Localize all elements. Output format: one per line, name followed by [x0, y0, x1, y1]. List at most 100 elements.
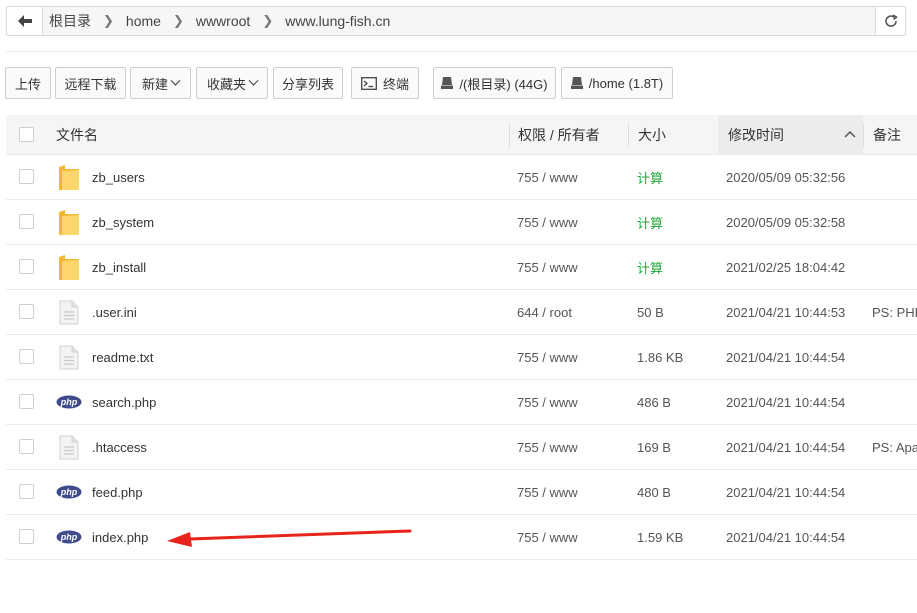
disk-root-button[interactable]: /(根目录) (44G) — [433, 67, 556, 99]
table-header: 文件名 权限 / 所有者 大小 修改时间 备注 — [6, 115, 917, 155]
table-row[interactable]: php search.php 755 / www 486 B 2021/04/21 10… — [6, 380, 917, 425]
php-file-icon: php — [56, 485, 82, 502]
file-size: 486 B — [637, 395, 671, 410]
calculate-size-link[interactable]: 计算 — [637, 200, 663, 245]
favorites-label: 收藏夹 — [206, 76, 246, 92]
arrow-left-icon — [17, 15, 32, 27]
share-list-button[interactable]: 分享列表 — [273, 67, 343, 99]
column-header-note[interactable]: 备注 — [873, 115, 901, 155]
row-checkbox[interactable] — [19, 259, 34, 274]
file-permission[interactable]: 755 / www — [517, 155, 578, 200]
file-permission[interactable]: 644 / root — [517, 290, 572, 335]
back-button[interactable] — [7, 7, 43, 35]
file-permission[interactable]: 755 / www — [517, 245, 578, 290]
file-permission[interactable]: 755 / www — [517, 515, 578, 560]
table-row[interactable]: zb_users 755 / www 计算 2020/05/09 05:32:56 — [6, 155, 917, 200]
column-header-name[interactable]: 文件名 — [56, 115, 98, 155]
column-header-permission-label: 权限 / 所有者 — [518, 127, 600, 143]
file-mtime: 2020/05/09 05:32:58 — [726, 215, 846, 230]
upload-button[interactable]: 上传 — [5, 67, 51, 99]
calculate-size-link[interactable]: 计算 — [637, 155, 663, 200]
file-name[interactable]: zb_install — [92, 245, 146, 290]
share-list-label: 分享列表 — [281, 76, 334, 92]
file-size: 169 B — [637, 440, 671, 455]
select-all-checkbox[interactable] — [19, 127, 34, 142]
hard-drive-icon — [570, 77, 583, 89]
file-note[interactable]: PS: PHP — [872, 290, 917, 335]
breadcrumb-wwwroot[interactable]: wwwroot — [190, 13, 256, 29]
file-size: 480 B — [637, 485, 671, 500]
file-note[interactable]: PS: Apac — [872, 425, 917, 470]
breadcrumb-site[interactable]: www.lung-fish.cn — [279, 13, 396, 29]
table-row[interactable]: zb_install 755 / www 计算 2021/02/25 18:04:42 — [6, 245, 917, 290]
file-size: 50 B — [637, 305, 664, 320]
text-file-icon — [59, 345, 79, 373]
file-mtime: 2021/04/21 10:44:54 — [726, 395, 846, 410]
file-permission[interactable]: 755 / www — [517, 335, 578, 380]
disk-root-label: /(根目录) (44G) — [459, 76, 548, 92]
new-dropdown-button[interactable]: 新建 — [130, 67, 191, 99]
table-row[interactable]: php feed.php 755 / www 480 B 2021/04/21 10:4… — [6, 470, 917, 515]
table-row[interactable]: readme.txt 755 / www 1.86 KB 2021/04/21 10:… — [6, 335, 917, 380]
row-checkbox[interactable] — [19, 394, 34, 409]
file-permission[interactable]: 755 / www — [517, 470, 578, 515]
refresh-button[interactable] — [875, 7, 905, 35]
file-permission[interactable]: 755 / www — [517, 200, 578, 245]
row-checkbox[interactable] — [19, 529, 34, 544]
terminal-label: 终端 — [382, 76, 409, 92]
row-checkbox[interactable] — [19, 484, 34, 499]
file-name[interactable]: index.php — [92, 515, 148, 560]
calculate-size-link[interactable]: 计算 — [637, 245, 663, 290]
chevron-down-icon — [170, 75, 181, 86]
terminal-icon — [361, 76, 377, 90]
file-name[interactable]: search.php — [92, 380, 156, 425]
column-header-permission[interactable]: 权限 / 所有者 — [518, 115, 600, 155]
file-name[interactable]: zb_system — [92, 200, 154, 245]
text-file-icon — [59, 435, 79, 463]
table-row[interactable]: php index.php 755 / www 1.59 KB 2021/04/21 1… — [6, 515, 917, 560]
disk-home-button[interactable]: /home (1.8T) — [561, 67, 673, 99]
svg-text:php: php — [60, 397, 78, 407]
column-divider — [628, 123, 629, 147]
favorites-dropdown-button[interactable]: 收藏夹 — [196, 67, 268, 99]
table-row[interactable]: zb_system 755 / www 计算 2020/05/09 05:32:58 — [6, 200, 917, 245]
file-mtime: 2020/05/09 05:32:56 — [726, 170, 846, 185]
file-mtime: 2021/04/21 10:44:54 — [726, 440, 846, 455]
folder-icon — [58, 210, 80, 239]
file-name[interactable]: zb_users — [92, 155, 145, 200]
file-name[interactable]: readme.txt — [92, 335, 153, 380]
php-file-icon: php — [56, 395, 82, 412]
breadcrumb-home[interactable]: home — [120, 13, 167, 29]
row-checkbox[interactable] — [19, 304, 34, 319]
table-row[interactable]: .htaccess 755 / www 169 B 2021/04/21 10:44:… — [6, 425, 917, 470]
file-name[interactable]: .htaccess — [92, 425, 147, 470]
file-permission[interactable]: 755 / www — [517, 425, 578, 470]
divider — [6, 51, 917, 52]
row-checkbox[interactable] — [19, 349, 34, 364]
disk-home-label: /home (1.8T) — [588, 75, 664, 91]
column-header-mtime[interactable]: 修改时间 — [718, 115, 863, 155]
terminal-button[interactable]: 终端 — [351, 67, 419, 99]
chevron-down-icon — [248, 75, 259, 86]
file-name[interactable]: feed.php — [92, 470, 143, 515]
file-permission[interactable]: 755 / www — [517, 380, 578, 425]
row-checkbox[interactable] — [19, 169, 34, 184]
svg-text:php: php — [60, 532, 78, 542]
row-checkbox[interactable] — [19, 439, 34, 454]
breadcrumb-root[interactable]: 根目录 — [43, 11, 97, 31]
file-mtime: 2021/04/21 10:44:54 — [726, 350, 846, 365]
chevron-right-icon: ❯ — [262, 13, 274, 28]
refresh-icon — [884, 14, 898, 27]
table-row[interactable]: .user.ini 644 / root 50 B 2021/04/21 10:44:… — [6, 290, 917, 335]
svg-text:php: php — [60, 487, 78, 497]
row-checkbox[interactable] — [19, 214, 34, 229]
file-size: 1.59 KB — [637, 530, 684, 545]
folder-icon — [58, 255, 80, 284]
remote-download-button[interactable]: 远程下载 — [55, 67, 126, 99]
column-header-size[interactable]: 大小 — [638, 115, 666, 155]
column-header-size-label: 大小 — [638, 127, 666, 143]
sort-ascending-icon — [844, 130, 856, 138]
remote-download-label: 远程下载 — [64, 76, 117, 92]
file-mtime: 2021/02/25 18:04:42 — [726, 260, 846, 275]
file-name[interactable]: .user.ini — [92, 290, 137, 335]
